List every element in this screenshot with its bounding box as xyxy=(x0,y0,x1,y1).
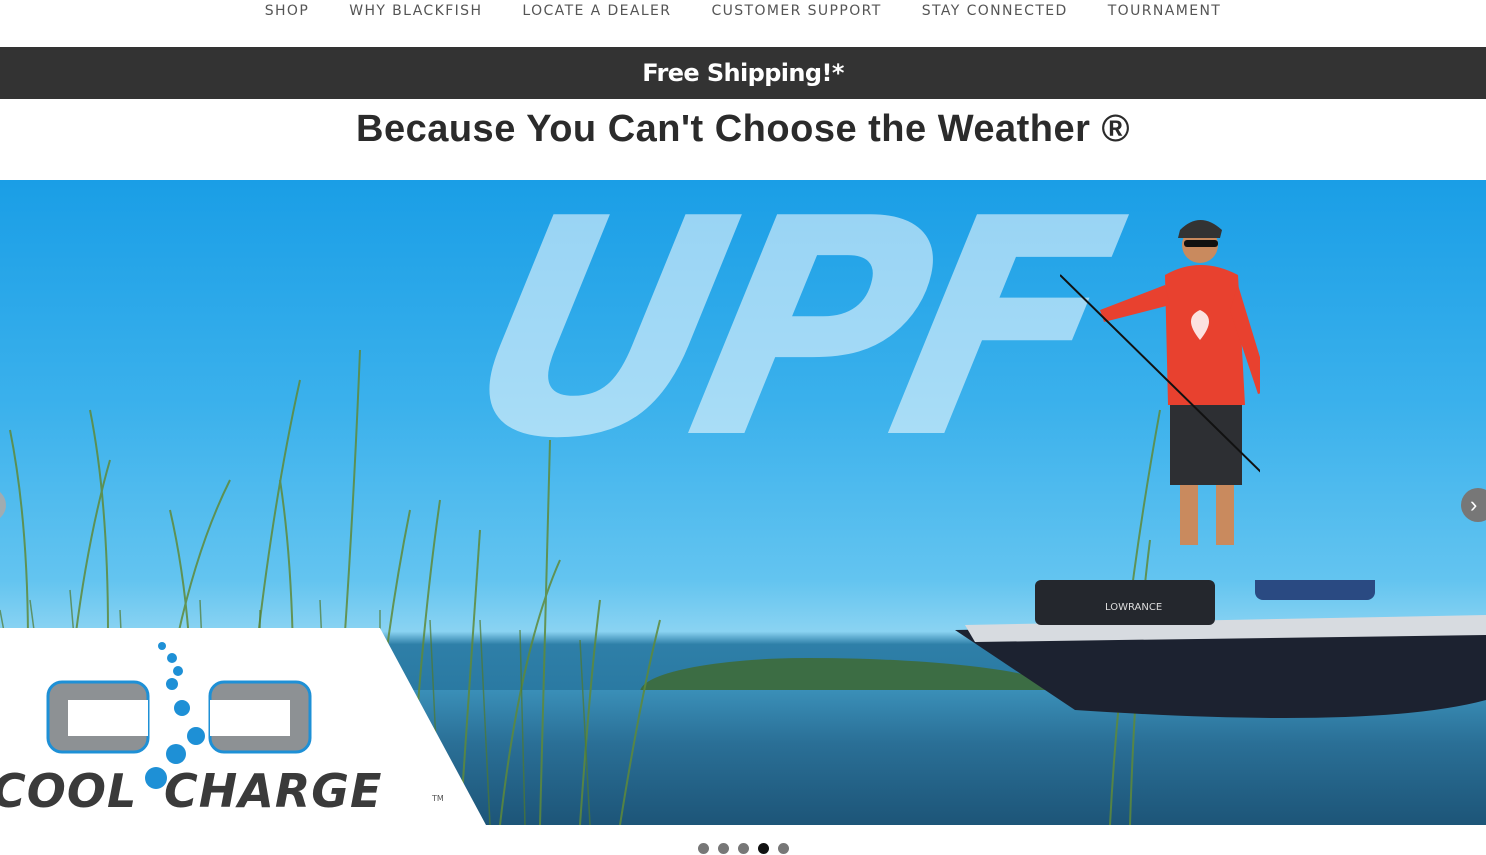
cool-charge-logo-text: COOL CHARGE xyxy=(0,764,382,818)
trademark-mark: TM xyxy=(432,794,444,803)
page-tagline: Because You Can't Choose the Weather ® xyxy=(356,108,1130,150)
carousel-dot-3[interactable] xyxy=(737,843,749,854)
logo-word-cool: COOL xyxy=(0,764,138,818)
promo-banner[interactable]: Free Shipping!* xyxy=(0,47,1486,99)
carousel-dot-4[interactable] xyxy=(757,843,769,854)
carousel-dot-2[interactable] xyxy=(717,843,729,854)
bass-boat: LOWRANCE xyxy=(955,580,1486,718)
nav-menu: SHOP WHY BLACKFISH LOCATE A DEALER CUSTO… xyxy=(0,3,1486,19)
hero-slide[interactable]: UPF LOWRANCE COOL CHARGE TM › xyxy=(0,180,1486,825)
nav-item-locate-dealer[interactable]: LOCATE A DEALER xyxy=(502,3,691,19)
carousel-dot-1[interactable] xyxy=(697,843,709,854)
top-navigation: SHOP WHY BLACKFISH LOCATE A DEALER CUSTO… xyxy=(0,0,1486,47)
carousel-pagination xyxy=(0,843,1486,854)
nav-item-stay-connected[interactable]: STAY CONNECTED xyxy=(902,3,1088,19)
boat-brand-text: LOWRANCE xyxy=(1105,602,1162,613)
carousel-dot-5[interactable] xyxy=(777,843,789,854)
nav-item-shop[interactable]: SHOP xyxy=(245,3,329,19)
nav-item-why-blackfish[interactable]: WHY BLACKFISH xyxy=(329,3,502,19)
promo-text: Free Shipping!* xyxy=(642,59,844,87)
logo-word-charge: CHARGE xyxy=(164,764,383,818)
nav-item-tournament[interactable]: TOURNAMENT xyxy=(1088,3,1242,19)
angler-figure xyxy=(1060,220,1260,545)
chevron-right-icon: › xyxy=(1470,492,1478,517)
nav-item-customer-support[interactable]: CUSTOMER SUPPORT xyxy=(691,3,901,19)
